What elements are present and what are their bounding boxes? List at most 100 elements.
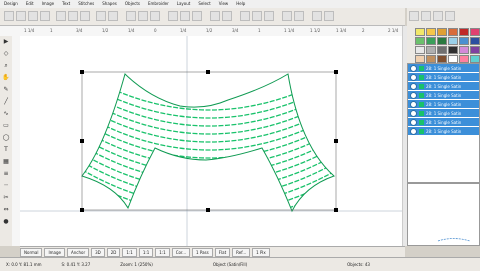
color-swatch[interactable] [426, 28, 436, 36]
menu-item-stitches[interactable]: Stitches [74, 0, 98, 8]
color-swatch[interactable] [426, 55, 436, 63]
align-button[interactable] [240, 11, 250, 21]
view-tab[interactable]: Anchor [67, 247, 90, 257]
knife-icon[interactable]: ✂ [2, 194, 10, 202]
redo-button[interactable] [108, 11, 118, 21]
shape-tool-button[interactable] [222, 11, 232, 21]
menu-item-layout[interactable]: Layout [173, 0, 195, 8]
pencil-icon[interactable]: ✎ [2, 86, 10, 94]
text-tool-button[interactable] [210, 11, 220, 21]
visibility-eye-icon[interactable] [410, 118, 417, 126]
pan-icon[interactable]: ✋ [2, 74, 10, 82]
object-list-item[interactable]: 28: 1 Single Satin [408, 127, 479, 136]
color-swatch[interactable] [459, 46, 469, 54]
design-canvas[interactable] [20, 36, 402, 246]
handle-middle-left[interactable] [80, 139, 84, 143]
ellipse-icon[interactable]: ◯ [2, 134, 10, 142]
palette-edit-button[interactable] [445, 11, 455, 21]
palette-delete-button[interactable] [433, 11, 443, 21]
view-tab[interactable]: Cor... [171, 247, 191, 257]
handle-top-center[interactable] [206, 70, 210, 74]
handle-middle-right[interactable] [334, 139, 338, 143]
view-tab[interactable]: Normal [20, 247, 43, 257]
color-swatch[interactable] [437, 46, 447, 54]
cut-button[interactable] [56, 11, 66, 21]
view-tab[interactable]: 1 Pix [252, 247, 270, 257]
color-swatch[interactable] [459, 37, 469, 45]
mirror-button[interactable] [282, 11, 292, 21]
menu-item-edit[interactable]: Edit [22, 0, 38, 8]
view-tab[interactable]: 1:1 [138, 247, 154, 257]
menu-item-objects[interactable]: Objects [121, 0, 144, 8]
color-swatch[interactable] [470, 46, 480, 54]
object-list-item[interactable]: 28: 1 Single Satin [408, 73, 479, 82]
line-icon[interactable]: ╱ [2, 98, 10, 106]
object-list-item[interactable]: 28: 1 Single Satin [408, 118, 479, 127]
menu-item-shapes[interactable]: Shapes [98, 0, 121, 8]
menu-item-view[interactable]: View [215, 0, 233, 8]
handle-bottom-right[interactable] [334, 208, 338, 212]
save-button[interactable] [28, 11, 38, 21]
color-swatch[interactable] [437, 55, 447, 63]
menu-item-text[interactable]: Text [58, 0, 74, 8]
object-list-item[interactable]: 28: 1 Single Satin [408, 91, 479, 100]
zoom-out-button[interactable] [138, 11, 148, 21]
text-icon[interactable]: T [2, 146, 10, 154]
visibility-eye-icon[interactable] [410, 100, 417, 108]
zoom-icon[interactable]: ⌕ [2, 62, 10, 70]
visibility-eye-icon[interactable] [410, 109, 417, 117]
zoom-in-button[interactable] [126, 11, 136, 21]
measure-icon[interactable]: ⇔ [2, 206, 10, 214]
visibility-eye-icon[interactable] [410, 82, 417, 90]
view-tab[interactable]: Flat [214, 247, 231, 257]
satin-tool-button[interactable] [168, 11, 178, 21]
color-swatch[interactable] [470, 55, 480, 63]
color-swatch[interactable] [426, 46, 436, 54]
menu-item-design[interactable]: Design [0, 0, 22, 8]
visibility-eye-icon[interactable] [410, 64, 417, 72]
color-swatch[interactable] [448, 46, 458, 54]
color-swatch[interactable] [448, 28, 458, 36]
color-swatch[interactable] [415, 46, 425, 54]
visibility-eye-icon[interactable] [410, 127, 417, 135]
handle-bottom-left[interactable] [80, 208, 84, 212]
object-list-item[interactable]: 28: 1 Single Satin [408, 64, 479, 73]
run-tool-button[interactable] [192, 11, 202, 21]
run-stitch-icon[interactable]: ┄ [2, 182, 10, 190]
menu-item-select[interactable]: Select [194, 0, 214, 8]
view-tab[interactable]: Image [44, 247, 66, 257]
view-tab[interactable]: 1:1 [155, 247, 170, 257]
handle-bottom-center[interactable] [206, 208, 210, 212]
curve-icon[interactable]: ∿ [2, 110, 10, 118]
help-button[interactable] [324, 11, 334, 21]
print-button[interactable] [40, 11, 50, 21]
handle-top-right[interactable] [334, 70, 338, 74]
object-list-item[interactable]: 28: 1 Single Satin [408, 109, 479, 118]
view-tab[interactable]: 3D [91, 247, 105, 257]
fill-tool-button[interactable] [180, 11, 190, 21]
color-swatch[interactable] [415, 37, 425, 45]
group-button[interactable] [252, 11, 262, 21]
object-list-item[interactable]: 28: 1 Single Satin [408, 100, 479, 109]
color-swatch[interactable] [470, 37, 480, 45]
color-swatch[interactable] [437, 28, 447, 36]
undo-button[interactable] [96, 11, 106, 21]
color-swatch[interactable] [415, 28, 425, 36]
menu-item-image[interactable]: Image [38, 0, 59, 8]
color-swatch[interactable] [437, 37, 447, 45]
color-picker-icon[interactable]: ● [2, 218, 10, 226]
menu-item-embroider[interactable]: Embroider [144, 0, 173, 8]
view-tab[interactable]: 2D [106, 247, 121, 257]
copy-button[interactable] [68, 11, 78, 21]
rectangle-icon[interactable]: ▭ [2, 122, 10, 130]
paste-button[interactable] [80, 11, 90, 21]
palette-menu-button[interactable] [409, 11, 419, 21]
visibility-eye-icon[interactable] [410, 73, 417, 81]
handle-top-left[interactable] [80, 70, 84, 74]
palette-add-button[interactable] [421, 11, 431, 21]
color-swatch[interactable] [459, 55, 469, 63]
select-arrow-icon[interactable]: ▶ [2, 38, 10, 46]
ungroup-button[interactable] [264, 11, 274, 21]
settings-button[interactable] [312, 11, 322, 21]
view-tab[interactable]: 1 Pass [192, 247, 213, 257]
